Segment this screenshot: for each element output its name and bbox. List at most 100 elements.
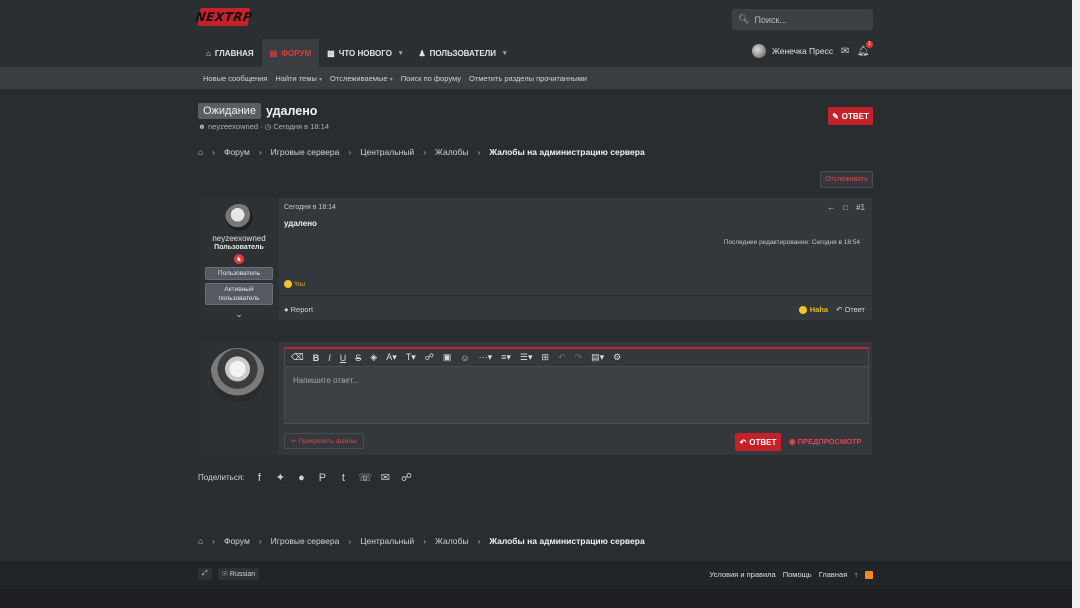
link-icon[interactable]: ☍ [425,352,434,363]
subnav-search-forum[interactable]: Поиск по форуму [401,74,461,83]
search-input[interactable]: 🔍︎ Поиск... [732,9,873,30]
footer-link-home[interactable]: Главная [819,570,848,579]
eraser-icon[interactable]: ⌫ [291,352,304,363]
page-title: удалено [265,104,318,118]
site-logo[interactable]: NEXTRP [195,8,253,26]
subnav-find-threads[interactable]: Найти темы ▾ [275,74,322,83]
nav-item-forum[interactable]: ▤ ФОРУМ [261,39,320,67]
reply-button[interactable]: ✎ ОТВЕТ [828,107,873,125]
arrow-up-icon[interactable]: ↑ [854,570,858,579]
language-chooser[interactable]: ☉ Russian [217,568,260,580]
thread-title: Ожидание удалено [198,103,317,119]
thread-date[interactable]: Сегодня в 18:14 [273,122,329,131]
color-icon[interactable]: ◈ [370,352,377,363]
breadcrumb-item[interactable]: Жалобы [435,536,468,546]
reddit-icon[interactable]: ● [295,472,307,484]
nav-item-home[interactable]: ⌂ ГЛАВНАЯ [198,39,262,67]
share-icon[interactable]: ← [827,203,835,212]
image-icon[interactable]: ▣ [443,352,452,363]
avatar[interactable] [752,44,766,58]
chevron-down-icon[interactable]: ▾ [503,49,507,57]
subnav-mark-read[interactable]: Отметить разделы прочитанными [469,74,587,83]
pinterest-icon[interactable]: P [316,472,328,484]
report-link[interactable]: ● Report [284,305,313,314]
alerts-badge: 1 [866,41,873,48]
mail-icon[interactable]: ✉ [839,45,851,57]
reaction-user[interactable]: You [294,281,305,288]
post-number[interactable]: #1 [856,203,865,212]
subnav-new-posts[interactable]: Новые сообщения [203,74,267,83]
subnav-watched[interactable]: Отслеживаемые ▾ [330,74,393,83]
undo-icon[interactable]: ↶ [558,352,566,363]
flag-icon: ● [284,305,289,314]
settings-icon[interactable]: ⚙ [613,352,621,363]
facebook-icon[interactable]: f [253,472,265,484]
breadcrumb-item[interactable]: Центральный [360,536,414,546]
smile-icon[interactable]: ☺ [460,353,469,363]
list-icon[interactable]: ☰▾ [520,352,533,363]
expand-icon[interactable]: ⤢ [198,568,212,580]
home-icon[interactable]: ⌂ [198,147,203,157]
breadcrumb-current[interactable]: Жалобы на администрацию сервера [489,536,644,546]
font-icon[interactable]: A▾ [386,352,397,363]
breadcrumb-current[interactable]: Жалобы на администрацию сервера [489,147,644,157]
italic-icon[interactable]: I [328,353,331,363]
post-tools: ← □ #1 [827,203,865,212]
text-size-icon[interactable]: T▾ [406,352,416,363]
reply-link[interactable]: ↶ Ответ [836,305,865,314]
rss-icon[interactable] [865,570,873,579]
user-name[interactable]: Женечка Пресс [772,46,833,56]
more-icon[interactable]: ⋯▾ [479,352,493,363]
react-haha-button[interactable]: Haha [798,305,828,314]
reply-textarea[interactable]: Напишите ответ... [285,367,868,394]
nav-item-whats-new[interactable]: ▩ ЧТО НОВОГО ▾ [319,39,410,67]
watch-button[interactable]: Отслеживать [820,171,873,188]
thread-author[interactable]: neyzeexowned [208,122,258,131]
chevron-down-icon[interactable]: ⌄ [235,309,243,320]
scrollbar[interactable] [1072,0,1080,608]
attach-files-button[interactable]: ✏ Прикрепить файлы [284,433,364,449]
home-icon: ⌂ [206,48,211,58]
breadcrumb-item[interactable]: Жалобы [435,147,468,157]
footer-link-help[interactable]: Помощь [783,570,812,579]
editor-toolbar: ⌫ B I U S ◈ A▾ T▾ ☍ ▣ ☺ ⋯▾ ≡▾ ☰▾ ⊞ ↶ ↷ ▤… [285,349,868,367]
main-nav: ⌂ ГЛАВНАЯ ▤ ФОРУМ ▩ ЧТО НОВОГО ▾ ♟ ПОЛЬЗОВАТЕ… [198,39,515,67]
breadcrumb-bottom: ⌂ › Форум › Игровые сервера › Центральный › … [198,536,645,546]
globe-icon: ☉ [221,571,228,578]
haha-emoji-icon [284,280,292,288]
share-label: Поделиться: [198,473,245,482]
preview-button[interactable]: ◉ ПРЕДПРОСМОТР [789,437,862,446]
tumblr-icon[interactable]: t [337,472,349,484]
strike-icon[interactable]: S [355,353,361,363]
user-icon: ☻ [198,122,206,131]
email-icon[interactable]: ✉ [379,471,391,484]
save-draft-icon[interactable]: ▤▾ [591,352,604,363]
footer-link-terms[interactable]: Условия и правила [709,570,775,579]
underline-icon[interactable]: U [340,353,347,363]
table-icon[interactable]: ⊞ [541,352,549,363]
bookmark-icon[interactable]: □ [843,203,848,212]
avatar[interactable] [225,204,253,232]
breadcrumb-item[interactable]: Игровые сервера [271,536,340,546]
post-username[interactable]: neyzeexowned [212,234,265,243]
bold-icon[interactable]: B [313,353,320,363]
breadcrumb-item[interactable]: Центральный [360,147,414,157]
twitter-icon[interactable]: ✦ [274,471,286,484]
breadcrumb-item[interactable]: Форум [224,147,250,157]
chevron-down-icon[interactable]: ▾ [399,49,403,57]
nav-item-users[interactable]: ♟ ПОЛЬЗОВАТЕЛИ ▾ [410,39,514,67]
breadcrumb-item[interactable]: Форум [224,536,250,546]
post-date[interactable]: Сегодня в 18:14 [284,204,336,211]
link-icon[interactable]: ☍ [400,471,412,484]
whatsapp-icon[interactable]: ☏ [358,471,372,484]
home-icon[interactable]: ⌂ [198,536,203,546]
breadcrumb-item[interactable]: Игровые сервера [271,147,340,157]
reactions-bar[interactable]: You [284,280,305,288]
submit-reply-button[interactable]: ↶ ОТВЕТ [735,433,781,451]
user-menu[interactable]: Женечка Пресс ✉ 🔔︎ 1 [752,41,873,58]
paperclip-icon: ✏ [291,438,297,445]
reply-editor[interactable]: ⌫ B I U S ◈ A▾ T▾ ☍ ▣ ☺ ⋯▾ ≡▾ ☰▾ ⊞ ↶ ↷ ▤… [284,347,869,424]
align-icon[interactable]: ≡▾ [501,352,511,363]
attach-label: Прикрепить файлы [298,437,357,445]
redo-icon[interactable]: ↷ [575,352,583,363]
